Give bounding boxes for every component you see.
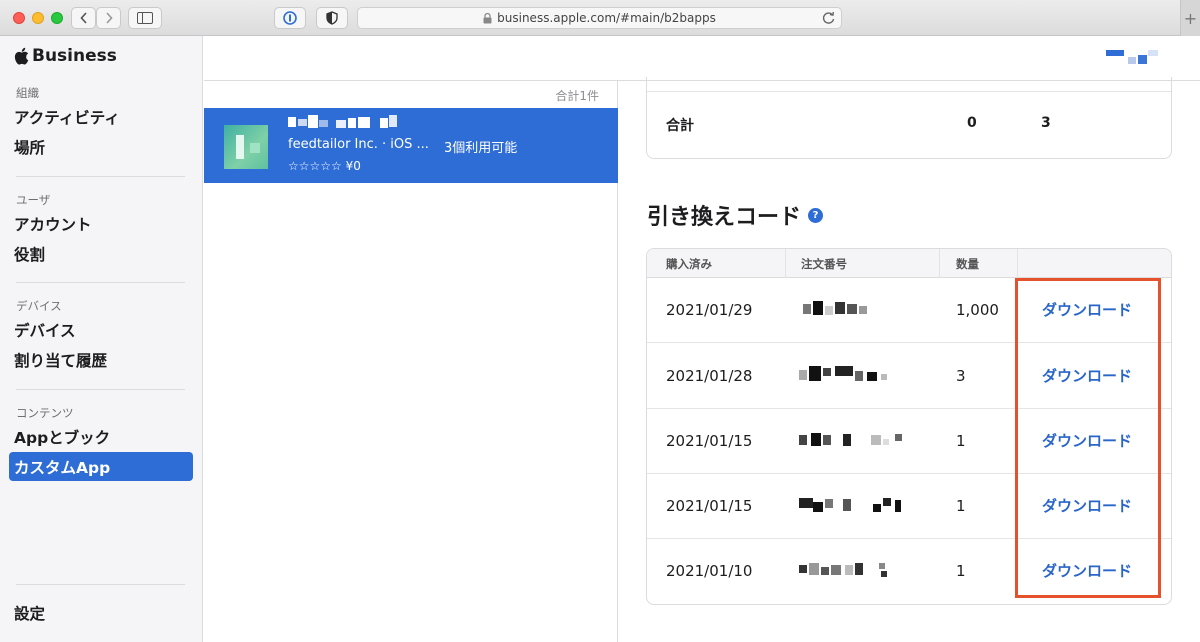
plus-icon: + xyxy=(1183,8,1198,28)
summary-value-1: 0 xyxy=(967,115,977,131)
list-count: 合計1件 xyxy=(555,89,599,103)
download-link[interactable]: ダウンロード xyxy=(1042,560,1132,581)
brand: Business xyxy=(14,46,117,66)
download-link[interactable]: ダウンロード xyxy=(1042,495,1132,516)
section-title-devices: デバイス xyxy=(16,299,62,313)
order-number-redacted xyxy=(797,496,907,514)
app-detail: 合計 0 3 引き換えコード ? 購入済み 注文番号 数量 2021/01/29 xyxy=(619,77,1200,642)
shield-icon xyxy=(326,11,338,25)
sidebar-divider xyxy=(16,176,185,177)
chevron-right-icon xyxy=(105,12,113,24)
redeem-codes-title: 引き換えコード xyxy=(647,205,802,230)
download-link[interactable]: ダウンロード xyxy=(1042,299,1132,320)
purchase-date: 2021/01/10 xyxy=(666,562,753,580)
quantity: 3 xyxy=(956,367,966,385)
table-row: 2021/01/29 1,000 ダウンロード xyxy=(647,278,1171,343)
quantity: 1,000 xyxy=(956,301,999,319)
sidebar-item-accounts[interactable]: アカウント xyxy=(9,209,193,238)
table-header: 購入済み 注文番号 数量 xyxy=(647,249,1171,278)
summary-label: 合計 xyxy=(666,118,694,134)
table-row: 2021/01/28 3 ダウンロード xyxy=(647,344,1171,409)
password-manager-icon xyxy=(283,11,297,25)
forward-button[interactable] xyxy=(96,7,121,29)
apple-logo-icon xyxy=(14,47,29,65)
redeem-codes-table: 購入済み 注文番号 数量 2021/01/29 1,000 ダウンロード 202… xyxy=(646,248,1172,605)
order-number-redacted xyxy=(797,300,877,318)
purchase-date: 2021/01/28 xyxy=(666,367,753,385)
password-extension-button[interactable] xyxy=(274,7,306,29)
content-header xyxy=(204,36,1200,81)
table-row: 2021/01/15 1 ダウンロード xyxy=(647,409,1171,474)
purchase-date: 2021/01/15 xyxy=(666,432,753,450)
sidebar-item-roles[interactable]: 役割 xyxy=(9,239,193,268)
order-number-redacted xyxy=(797,561,897,579)
quantity: 1 xyxy=(956,562,966,580)
sidebar: Business 組織 アクティビティ 場所 ユーザ アカウント 役割 デバイス… xyxy=(0,36,203,642)
sidebar-toggle-button[interactable] xyxy=(128,7,162,29)
column-header-order-number: 注文番号 xyxy=(801,257,847,271)
app-availability: 3個利用可能 xyxy=(444,141,518,156)
address-text: business.apple.com/#main/b2bapps xyxy=(497,11,716,25)
purchase-date: 2021/01/29 xyxy=(666,301,753,319)
browser-toolbar: business.apple.com/#main/b2bapps + xyxy=(0,0,1200,36)
summary-divider xyxy=(647,91,1171,92)
section-title-users: ユーザ xyxy=(16,193,51,207)
help-icon[interactable]: ? xyxy=(808,207,824,223)
summary-value-2: 3 xyxy=(1041,115,1051,131)
new-tab-button[interactable]: + xyxy=(1180,0,1200,36)
account-avatar[interactable] xyxy=(1106,50,1158,66)
sidebar-divider xyxy=(16,389,185,390)
column-header-purchased: 購入済み xyxy=(666,257,712,271)
custom-app-list: 合計1件 feedtailor Inc. · iOS ... 3個利用可能 ☆☆… xyxy=(204,81,618,642)
column-header-quantity: 数量 xyxy=(956,257,979,271)
column-divider xyxy=(1017,249,1018,278)
order-number-redacted xyxy=(797,366,897,384)
zoom-window-button[interactable] xyxy=(51,12,63,24)
purchase-date: 2021/01/15 xyxy=(666,497,753,515)
address-bar[interactable]: business.apple.com/#main/b2bapps xyxy=(357,7,842,29)
sidebar-item-devices[interactable]: デバイス xyxy=(9,315,193,344)
column-divider xyxy=(939,249,940,278)
column-divider xyxy=(785,249,786,278)
sidebar-item-activity[interactable]: アクティビティ xyxy=(9,102,193,131)
table-row: 2021/01/10 1 ダウンロード xyxy=(647,539,1171,604)
brand-name: Business xyxy=(32,46,117,66)
download-link[interactable]: ダウンロード xyxy=(1042,430,1132,451)
sidebar-item-locations[interactable]: 場所 xyxy=(9,132,193,161)
app-rating-price: ☆☆☆☆☆ ¥0 xyxy=(288,159,361,173)
summary-card: 合計 0 3 xyxy=(646,77,1172,159)
download-link[interactable]: ダウンロード xyxy=(1042,365,1132,386)
sidebar-item-settings[interactable]: 設定 xyxy=(9,598,193,627)
app-name-redacted xyxy=(288,115,398,131)
close-window-button[interactable] xyxy=(13,12,25,24)
minimize-window-button[interactable] xyxy=(32,12,44,24)
sidebar-divider xyxy=(16,584,185,585)
reload-icon[interactable] xyxy=(822,11,835,25)
sidebar-item-assignment-history[interactable]: 割り当て履歴 xyxy=(9,345,193,374)
quantity: 1 xyxy=(956,497,966,515)
app-developer: feedtailor Inc. · iOS ... xyxy=(288,137,429,152)
section-title-content: コンテンツ xyxy=(16,406,74,420)
table-row: 2021/01/15 1 ダウンロード xyxy=(647,474,1171,539)
order-number-redacted xyxy=(797,431,907,449)
list-item-app[interactable]: feedtailor Inc. · iOS ... 3個利用可能 ☆☆☆☆☆ ¥… xyxy=(204,108,618,183)
section-title-organization: 組織 xyxy=(16,86,39,100)
lock-icon xyxy=(483,12,492,23)
quantity: 1 xyxy=(956,432,966,450)
app-icon xyxy=(224,125,268,169)
sidebar-icon xyxy=(137,12,153,24)
privacy-extension-button[interactable] xyxy=(316,7,348,29)
sidebar-item-custom-apps[interactable]: カスタムApp xyxy=(9,452,193,481)
sidebar-item-apps-and-books[interactable]: Appとブック xyxy=(9,422,193,451)
sidebar-divider xyxy=(16,282,185,283)
chevron-left-icon xyxy=(79,12,87,24)
redeem-codes-heading: 引き換えコード ? xyxy=(647,199,824,231)
back-button[interactable] xyxy=(71,7,96,29)
